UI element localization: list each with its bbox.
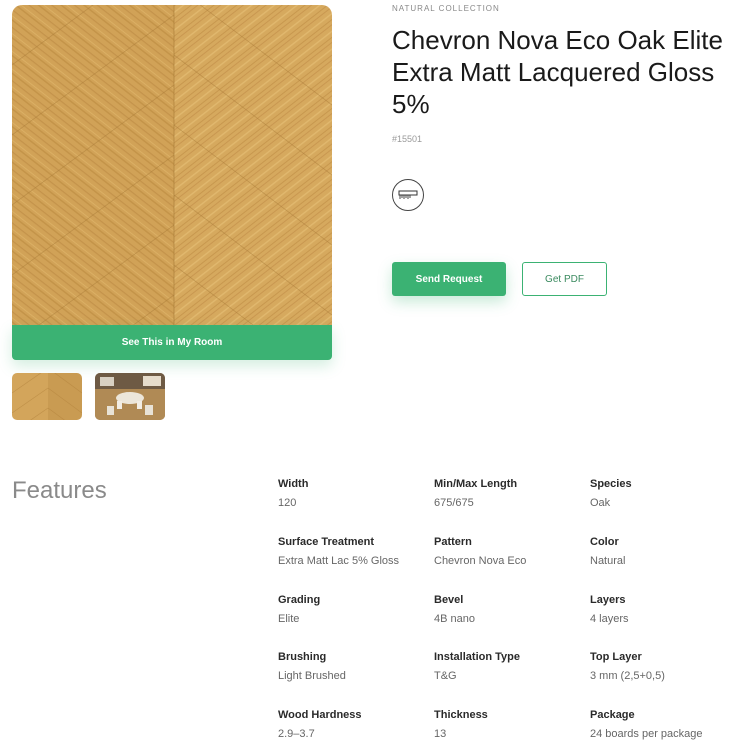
thumbnail-room[interactable] [95, 373, 165, 420]
feature-wood-hardness: Wood Hardness 2.9–3.7 [278, 709, 428, 740]
get-pdf-button[interactable]: Get PDF [522, 262, 607, 296]
feature-label: Brushing [278, 651, 327, 663]
feature-label: Color [590, 536, 619, 548]
feature-color: Color Natural [590, 536, 739, 567]
feature-value: 675/675 [434, 497, 474, 509]
feature-label: Installation Type [434, 651, 520, 663]
features-heading: Features [12, 477, 107, 504]
feature-width: Width 120 [278, 478, 428, 509]
feature-label: Width [278, 478, 309, 490]
feature-bevel: Bevel 4B nano [434, 594, 584, 625]
feature-top-layer: Top Layer 3 mm (2,5+0,5) [590, 651, 739, 682]
feature-value: 24 boards per package [590, 728, 703, 740]
feature-value: Natural [590, 555, 626, 567]
feature-surface-treatment: Surface Treatment Extra Matt Lac 5% Glos… [278, 536, 428, 567]
feature-species: Species Oak [590, 478, 739, 509]
feature-grading: Grading Elite [278, 594, 428, 625]
feature-label: Species [590, 478, 632, 490]
feature-value: 120 [278, 497, 297, 509]
product-sku: #15501 [392, 134, 423, 144]
product-main-image [12, 5, 332, 325]
feature-value: Oak [590, 497, 611, 509]
see-in-room-button[interactable]: See This in My Room [12, 325, 332, 360]
feature-label: Top Layer [590, 651, 642, 663]
feature-brushing: Brushing Light Brushed [278, 651, 428, 682]
saw-icon [392, 179, 424, 211]
feature-label: Bevel [434, 594, 464, 606]
feature-value: Elite [278, 613, 300, 625]
feature-value: Chevron Nova Eco [434, 555, 527, 567]
feature-package: Package 24 boards per package [590, 709, 739, 740]
feature-value: 3 mm (2,5+0,5) [590, 670, 665, 682]
feature-value: Extra Matt Lac 5% Gloss [278, 555, 400, 567]
feature-value: 4 layers [590, 613, 629, 625]
feature-label: Grading [278, 594, 321, 606]
feature-label: Layers [590, 594, 626, 606]
feature-value: 13 [434, 728, 447, 740]
feature-value: 4B nano [434, 613, 475, 625]
thumbnail-wood[interactable] [12, 373, 82, 420]
feature-value: 2.9–3.7 [278, 728, 315, 740]
product-title: Chevron Nova Eco Oak Elite Extra Matt La… [392, 25, 723, 119]
feature-thickness: Thickness 13 [434, 709, 584, 740]
feature-layers: Layers 4 layers [590, 594, 739, 625]
feature-label: Thickness [434, 709, 488, 721]
feature-pattern: Pattern Chevron Nova Eco [434, 536, 584, 567]
feature-label: Pattern [434, 536, 472, 548]
send-request-button[interactable]: Send Request [392, 262, 506, 296]
feature-value: T&G [434, 670, 457, 682]
feature-label: Surface Treatment [278, 536, 374, 548]
feature-label: Wood Hardness [278, 709, 362, 721]
collection-label: NATURAL COLLECTION [392, 4, 500, 13]
feature-label: Package [590, 709, 635, 721]
feature-installation-type: Installation Type T&G [434, 651, 584, 682]
feature-label: Min/Max Length [434, 478, 518, 490]
feature-value: Light Brushed [278, 670, 346, 682]
feature-min-max-length: Min/Max Length 675/675 [434, 478, 584, 509]
